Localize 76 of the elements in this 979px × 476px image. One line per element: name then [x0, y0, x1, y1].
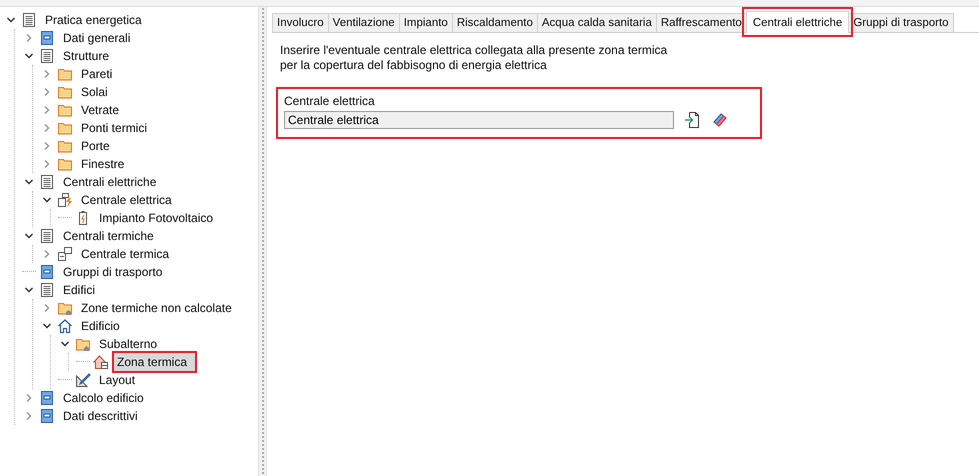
tree-item[interactable]: Subalterno: [94, 334, 162, 354]
tree-item[interactable]: Solai: [76, 82, 113, 102]
expand-chevron-icon[interactable]: [42, 87, 52, 97]
house-folder-icon: [75, 336, 91, 352]
tab[interactable]: Acqua calda sanitaria: [536, 13, 657, 32]
tab[interactable]: Impianto: [398, 13, 453, 32]
expand-chevron-icon[interactable]: [42, 249, 52, 259]
expand-chevron-icon[interactable]: [24, 411, 34, 421]
expand-chevron-icon[interactable]: [42, 159, 52, 169]
splitter-handle[interactable]: [258, 7, 267, 476]
lightning-icon: [57, 192, 73, 208]
tree-item[interactable]: Centrali termiche: [58, 226, 159, 246]
tree-item[interactable]: Layout: [94, 370, 140, 390]
tree-item[interactable]: Centrale elettrica: [76, 190, 177, 210]
document-icon: [39, 282, 55, 298]
folder-icon: [57, 156, 73, 172]
expand-chevron-icon[interactable]: [42, 123, 52, 133]
expand-chevron-icon[interactable]: [42, 141, 52, 151]
tree-item[interactable]: Porte: [76, 136, 115, 156]
tree-item[interactable]: Dati generali: [58, 28, 136, 48]
expand-chevron-icon[interactable]: [24, 33, 34, 43]
collapse-chevron-icon[interactable]: [24, 51, 34, 61]
form-icon: [39, 408, 55, 424]
expand-chevron-icon[interactable]: [24, 393, 34, 403]
house-icon: [57, 318, 73, 334]
tree-item[interactable]: Dati descrittivi: [58, 406, 143, 426]
house-icon: [93, 354, 109, 370]
tab[interactable]: Involucro: [272, 13, 329, 32]
tab[interactable]: Riscaldamento: [452, 13, 538, 32]
folder-icon: [57, 84, 73, 100]
collapse-chevron-icon[interactable]: [60, 339, 70, 349]
folder-icon: [57, 102, 73, 118]
tab[interactable]: Ventilazione: [328, 13, 400, 32]
tab[interactable]: Raffrescamento: [656, 13, 747, 32]
collapse-chevron-icon[interactable]: [42, 195, 52, 205]
tree-item[interactable]: Zone termiche non calcolate: [76, 298, 237, 318]
collapse-chevron-icon[interactable]: [24, 231, 34, 241]
input-field[interactable]: Centrale elettrica: [284, 111, 674, 129]
tree-item[interactable]: Strutture: [58, 46, 114, 66]
insert-icon[interactable]: [684, 111, 702, 129]
collapse-chevron-icon[interactable]: [24, 285, 34, 295]
description-text: Inserire l'eventuale centrale elettrica collegata alla presente zona termica per la copertura del fabbisogno di energia elettrica: [280, 43, 668, 73]
expand-chevron-icon[interactable]: [42, 303, 52, 313]
field-label: Centrale elettrica: [284, 94, 376, 108]
tree-item[interactable]: Finestre: [76, 154, 130, 174]
tree-item[interactable]: Centrali elettriche: [58, 172, 162, 192]
plant-icon: [57, 246, 73, 262]
form-icon: [39, 30, 55, 46]
document-icon: [21, 12, 37, 28]
folder-icon: [57, 120, 73, 136]
tree-item[interactable]: Ponti termici: [76, 118, 152, 138]
tree-item[interactable]: Gruppi di trasporto: [58, 262, 168, 282]
tree-item[interactable]: Pareti: [76, 64, 118, 84]
form-icon: [39, 264, 55, 280]
tab[interactable]: Gruppi di trasporto: [848, 13, 954, 32]
tree-item[interactable]: Zona termica: [112, 351, 198, 373]
ruler-pencil-icon: [75, 372, 91, 388]
house-folder-icon: [57, 300, 73, 316]
folder-icon: [57, 138, 73, 154]
tree-item[interactable]: Calcolo edificio: [58, 388, 149, 408]
collapse-chevron-icon[interactable]: [42, 321, 52, 331]
collapse-chevron-icon[interactable]: [24, 177, 34, 187]
tree-item[interactable]: Impianto Fotovoltaico: [94, 208, 218, 228]
document-icon: [39, 174, 55, 190]
form-icon: [39, 390, 55, 406]
tree-item[interactable]: Edificio: [76, 316, 125, 336]
tree-item[interactable]: Vetrate: [76, 100, 124, 120]
expand-chevron-icon[interactable]: [42, 69, 52, 79]
folder-icon: [57, 66, 73, 82]
tree-item[interactable]: Pratica energetica: [40, 10, 147, 30]
document-icon: [39, 48, 55, 64]
document-icon: [39, 228, 55, 244]
tree-item[interactable]: Centrale termica: [76, 244, 174, 264]
tree-item[interactable]: Edifici: [58, 280, 100, 300]
collapse-chevron-icon[interactable]: [6, 15, 16, 25]
expand-chevron-icon[interactable]: [42, 105, 52, 115]
